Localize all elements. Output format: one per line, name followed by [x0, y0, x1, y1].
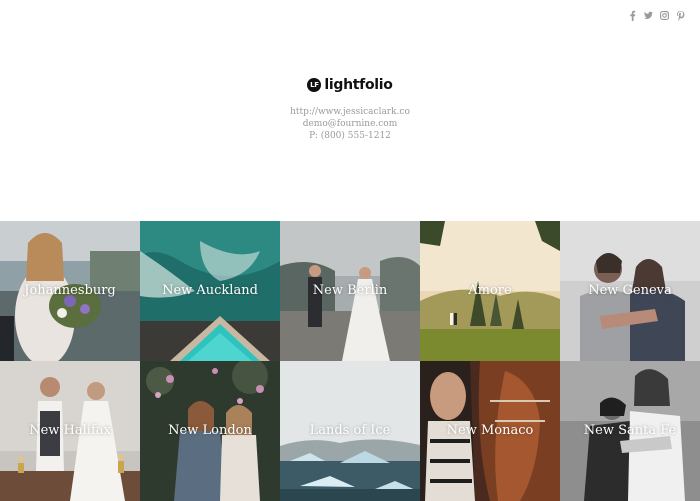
- gallery-title: New Geneva: [588, 283, 672, 298]
- facebook-icon[interactable]: [628, 10, 637, 21]
- gallery-title: Johannesburg: [24, 283, 116, 298]
- gallery-title: New Halifax: [29, 423, 111, 438]
- gallery-title: New London: [168, 423, 252, 438]
- gallery-tile-new-berlin[interactable]: New Berlin: [280, 221, 420, 361]
- email-link[interactable]: demo@fournine.com: [0, 118, 700, 130]
- gallery-title: Lands of Ice: [309, 423, 391, 438]
- gallery-tile-new-monaco[interactable]: New Monaco: [420, 361, 560, 501]
- contact-info: http://www.jessicaclark.co demo@fournine…: [0, 106, 700, 142]
- gallery-tile-new-geneva[interactable]: New Geneva: [560, 221, 700, 361]
- pinterest-icon[interactable]: [676, 10, 685, 21]
- gallery-tile-new-london[interactable]: New London: [140, 361, 280, 501]
- gallery-title: Amore: [468, 283, 512, 298]
- gallery-title: New Santa Fe: [583, 423, 677, 438]
- social-links: [628, 10, 685, 21]
- gallery-tile-lands-of-ice[interactable]: Lands of Ice: [280, 361, 420, 501]
- gallery-tile-new-auckland[interactable]: New Auckland: [140, 221, 280, 361]
- gallery-tile-amore[interactable]: Amore: [420, 221, 560, 361]
- gallery-title: New Monaco: [446, 423, 534, 438]
- site-logo[interactable]: LF lightfolio: [0, 77, 700, 93]
- logo-mark: LF: [307, 78, 322, 92]
- logo-text: lightfolio: [324, 77, 393, 93]
- gallery-tile-johannesburg[interactable]: Johannesburg: [0, 221, 140, 361]
- gallery-title: New Auckland: [162, 283, 258, 298]
- gallery-grid: Johannesburg New Auckland New Berlin Amo…: [0, 221, 700, 501]
- twitter-icon[interactable]: [644, 10, 653, 21]
- instagram-icon[interactable]: [660, 10, 669, 21]
- gallery-tile-new-halifax[interactable]: New Halifax: [0, 361, 140, 501]
- gallery-tile-new-santa-fe[interactable]: New Santa Fe: [560, 361, 700, 501]
- phone-number: P: (800) 555-1212: [309, 131, 391, 141]
- gallery-title: New Berlin: [312, 283, 388, 298]
- website-link[interactable]: http://www.jessicaclark.co: [0, 106, 700, 118]
